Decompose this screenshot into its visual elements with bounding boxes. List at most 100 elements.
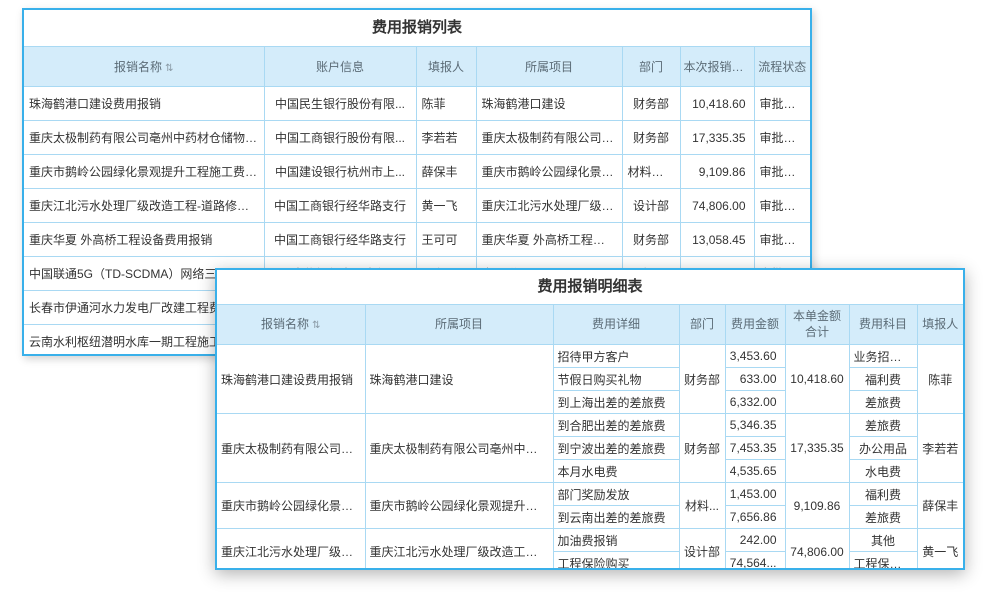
project-cell[interactable]: 重庆太极制药有限公司亳州中药材仓储物流... [365, 414, 553, 483]
subject-cell: 其他 [849, 529, 917, 552]
filler-cell[interactable]: 黄一飞 [917, 529, 963, 570]
subject-cell: 差旅费 [849, 391, 917, 414]
department-cell: 财务部 [679, 345, 725, 414]
amount-cell: 10,418.60 [680, 87, 754, 121]
expense-name-cell[interactable]: 重庆江北污水处理厂级改造工程-... [217, 529, 365, 570]
list-row: 珠海鹤港口建设费用报销中国民生银行股份有限...陈菲珠海鹤港口建设财务部10,4… [24, 87, 810, 121]
column-header-6: 费用科目 [849, 305, 917, 345]
expense-detail-window: 费用报销明细表 报销名称⇅ 所属项目 费用详细 部门费用金额本单金额合计费用科目填报人… [215, 268, 965, 570]
amount-cell: 633.00 [725, 368, 785, 391]
filler-cell[interactable]: 李若若 [416, 121, 476, 155]
detail-table-head: 报销名称⇅ 所属项目 费用详细 部门费用金额本单金额合计费用科目填报人 [217, 305, 963, 345]
account-info-cell: 中国建设银行杭州市上... [264, 155, 416, 189]
project-cell[interactable]: 重庆市鹅岭公园绿化景观提升... [476, 155, 622, 189]
column-label: 所属项目 [435, 317, 483, 331]
column-label: 费用金额 [731, 317, 779, 331]
column-label: 本次报销金额 [684, 60, 755, 74]
account-info-cell: 中国民生银行股份有限... [264, 87, 416, 121]
filler-cell[interactable]: 薛保丰 [416, 155, 476, 189]
expense-detail-cell: 到合肥出差的差旅费 [553, 414, 679, 437]
department-cell: 设计部 [622, 189, 680, 223]
filler-cell[interactable]: 黄一飞 [416, 189, 476, 223]
filler-cell[interactable]: 陈菲 [917, 345, 963, 414]
total-amount-cell: 10,418.60 [785, 345, 849, 414]
amount-cell: 9,109.86 [680, 155, 754, 189]
expense-name-cell[interactable]: 珠海鹤港口建设费用报销 [24, 87, 264, 121]
subject-cell: 业务招待费 [849, 345, 917, 368]
expense-detail-cell: 到云南出差的差旅费 [553, 506, 679, 529]
header-row: 报销名称⇅ 账户信息 填报人 所属项目 部门 本次报销金额流程状态 [24, 47, 810, 87]
column-header-6: 流程状态 [754, 47, 810, 87]
status-cell: 审批通过 [754, 155, 810, 189]
column-label: 费用详细 [592, 317, 640, 331]
detail-row: 重庆太极制药有限公司亳州中药...重庆太极制药有限公司亳州中药材仓储物流...到… [217, 414, 963, 437]
filler-cell[interactable]: 王可可 [416, 223, 476, 257]
column-label: 部门 [639, 60, 663, 74]
expense-name-cell[interactable]: 重庆太极制药有限公司亳州中药... [217, 414, 365, 483]
amount-cell: 13,058.45 [680, 223, 754, 257]
expense-name-cell[interactable]: 珠海鹤港口建设费用报销 [217, 345, 365, 414]
filler-cell[interactable]: 陈菲 [416, 87, 476, 121]
filler-cell[interactable]: 薛保丰 [917, 483, 963, 529]
project-cell[interactable]: 重庆太极制药有限公司亳州中... [476, 121, 622, 155]
column-header-3: 所属项目 [476, 47, 622, 87]
department-cell: 设计部 [679, 529, 725, 570]
column-label: 报销名称 [114, 60, 162, 74]
page: 费用报销列表 报销名称⇅账户信息填报人所属项目部门本次报销金额流程状态 珠海鹤港… [0, 0, 1000, 600]
expense-name-cell[interactable]: 重庆市鹅岭公园绿化景观提升工程施工费用报销 [24, 155, 264, 189]
expense-detail-cell: 到宁波出差的差旅费 [553, 437, 679, 460]
department-cell: 财务部 [622, 223, 680, 257]
column-header-0[interactable]: 报销名称⇅ [217, 305, 365, 345]
project-cell[interactable]: 重庆江北污水处理厂级改造工程-道路修复工... [365, 529, 553, 570]
column-label: 报销名称 [261, 317, 309, 331]
subject-cell: 福利费 [849, 483, 917, 506]
expense-name-cell[interactable]: 重庆太极制药有限公司亳州中药材仓储物流基地项... [24, 121, 264, 155]
detail-row: 重庆市鹅岭公园绿化景观提升工...重庆市鹅岭公园绿化景观提升工程施工部门奖励发放… [217, 483, 963, 506]
amount-cell: 17,335.35 [680, 121, 754, 155]
column-label: 填报人 [428, 60, 464, 74]
project-cell[interactable]: 重庆市鹅岭公园绿化景观提升工程施工 [365, 483, 553, 529]
expense-detail-cell: 部门奖励发放 [553, 483, 679, 506]
column-header-5: 本次报销金额 [680, 47, 754, 87]
amount-cell: 7,453.35 [725, 437, 785, 460]
account-info-cell: 中国工商银行经华路支行 [264, 223, 416, 257]
column-header-2: 填报人 [416, 47, 476, 87]
project-cell[interactable]: 重庆华夏 外高桥工程设备 [476, 223, 622, 257]
project-cell[interactable]: 珠海鹤港口建设 [365, 345, 553, 414]
department-cell: 财务部 [622, 87, 680, 121]
column-label: 账户信息 [316, 60, 364, 74]
subject-cell: 工程保险费 [849, 552, 917, 570]
column-header-5: 本单金额合计 [785, 305, 849, 345]
expense-name-cell[interactable]: 重庆市鹅岭公园绿化景观提升工... [217, 483, 365, 529]
amount-cell: 3,453.60 [725, 345, 785, 368]
project-cell[interactable]: 重庆江北污水处理厂级改造工... [476, 189, 622, 223]
status-cell: 审批通过 [754, 87, 810, 121]
subject-cell: 差旅费 [849, 414, 917, 437]
expense-detail-table: 报销名称⇅ 所属项目 费用详细 部门费用金额本单金额合计费用科目填报人 珠海鹤港口建设… [217, 304, 963, 570]
column-label: 费用科目 [859, 317, 907, 331]
amount-cell: 6,332.00 [725, 391, 785, 414]
list-table-title: 费用报销列表 [24, 10, 810, 46]
sort-icon[interactable]: ⇅ [165, 63, 173, 74]
column-header-0[interactable]: 报销名称⇅ [24, 47, 264, 87]
list-row: 重庆太极制药有限公司亳州中药材仓储物流基地项...中国工商银行股份有限...李若… [24, 121, 810, 155]
detail-table-body: 珠海鹤港口建设费用报销珠海鹤港口建设招待甲方客户财务部3,453.6010,41… [217, 345, 963, 570]
detail-row: 珠海鹤港口建设费用报销珠海鹤港口建设招待甲方客户财务部3,453.6010,41… [217, 345, 963, 368]
detail-table-title: 费用报销明细表 [217, 270, 963, 304]
expense-name-cell[interactable]: 重庆江北污水处理厂级改造工程-道路修复工程费用... [24, 189, 264, 223]
column-header-2: 费用详细 [553, 305, 679, 345]
column-header-7: 填报人 [917, 305, 963, 345]
status-cell: 审批通过 [754, 121, 810, 155]
column-label: 所属项目 [525, 60, 573, 74]
expense-name-cell[interactable]: 重庆华夏 外高桥工程设备费用报销 [24, 223, 264, 257]
filler-cell[interactable]: 李若若 [917, 414, 963, 483]
expense-detail-cell: 加油费报销 [553, 529, 679, 552]
total-amount-cell: 9,109.86 [785, 483, 849, 529]
sort-icon[interactable]: ⇅ [312, 320, 320, 331]
list-row: 重庆华夏 外高桥工程设备费用报销中国工商银行经华路支行王可可重庆华夏 外高桥工程… [24, 223, 810, 257]
department-cell: 材料采购 [622, 155, 680, 189]
project-cell[interactable]: 珠海鹤港口建设 [476, 87, 622, 121]
detail-row: 重庆江北污水处理厂级改造工程-...重庆江北污水处理厂级改造工程-道路修复工..… [217, 529, 963, 552]
department-cell: 材料... [679, 483, 725, 529]
column-header-3: 部门 [679, 305, 725, 345]
